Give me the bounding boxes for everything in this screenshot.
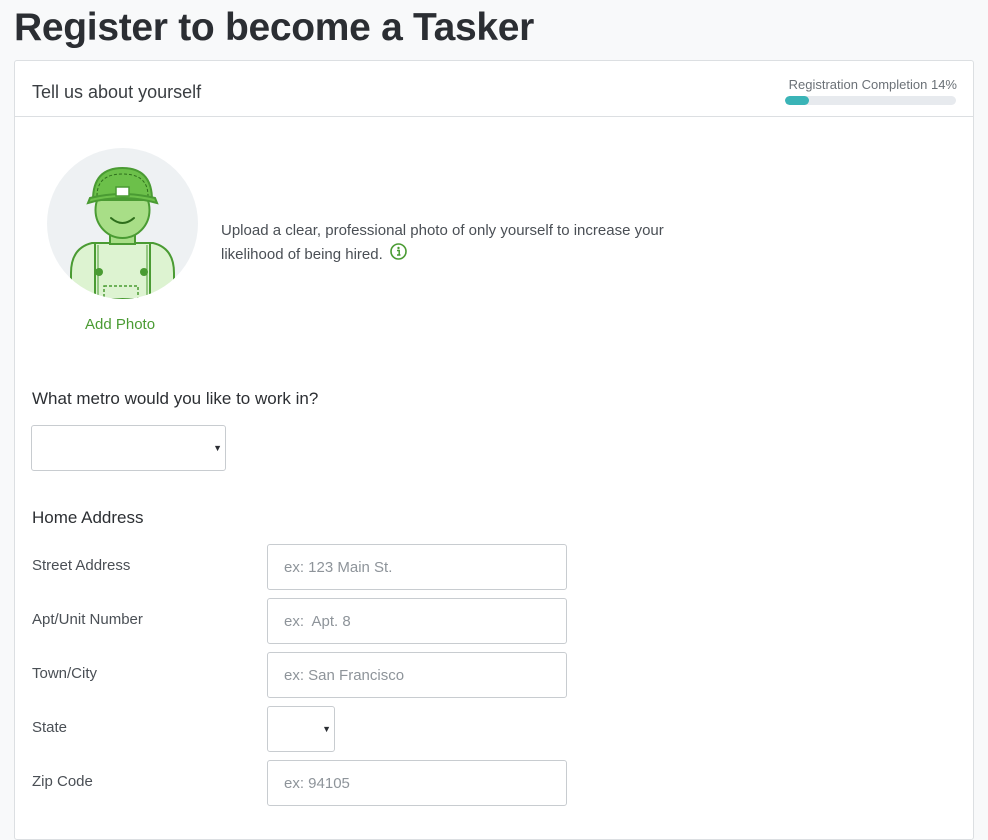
tasker-avatar-icon [70,166,175,299]
chevron-down-icon: ▼ [322,724,331,734]
registration-progress: Registration Completion 14% [785,77,957,105]
registration-card: Tell us about yourself Registration Comp… [14,60,974,840]
apt-unit-input[interactable] [267,598,567,644]
street-address-input[interactable] [267,544,567,590]
town-city-input[interactable] [267,652,567,698]
avatar-placeholder[interactable] [47,148,198,299]
progress-fill [785,96,809,105]
town-city-label: Town/City [32,665,98,682]
apt-unit-label: Apt/Unit Number [32,611,143,628]
zip-code-label: Zip Code [32,773,93,790]
info-icon[interactable] [390,243,407,268]
home-address-title: Home Address [32,508,144,527]
metro-select[interactable]: ▼ [31,425,226,471]
metro-question: What metro would you like to work in? [32,389,319,408]
upload-photo-hint: Upload a clear, professional photo of on… [221,219,701,268]
state-select[interactable]: ▼ [267,706,335,752]
state-label: State [32,719,68,736]
progress-track [785,96,956,105]
section-title: Tell us about yourself [32,82,202,102]
card-header: Tell us about yourself Registration Comp… [15,61,973,117]
zip-code-input[interactable] [267,760,567,806]
progress-label: Registration Completion 14% [788,77,957,92]
chevron-down-icon: ▼ [213,443,222,453]
add-photo-link[interactable]: Add Photo [85,316,155,333]
page-title: Register to become a Tasker [14,6,535,49]
upload-hint-text: Upload a clear, professional photo of on… [221,222,664,263]
street-address-label: Street Address [32,557,131,574]
